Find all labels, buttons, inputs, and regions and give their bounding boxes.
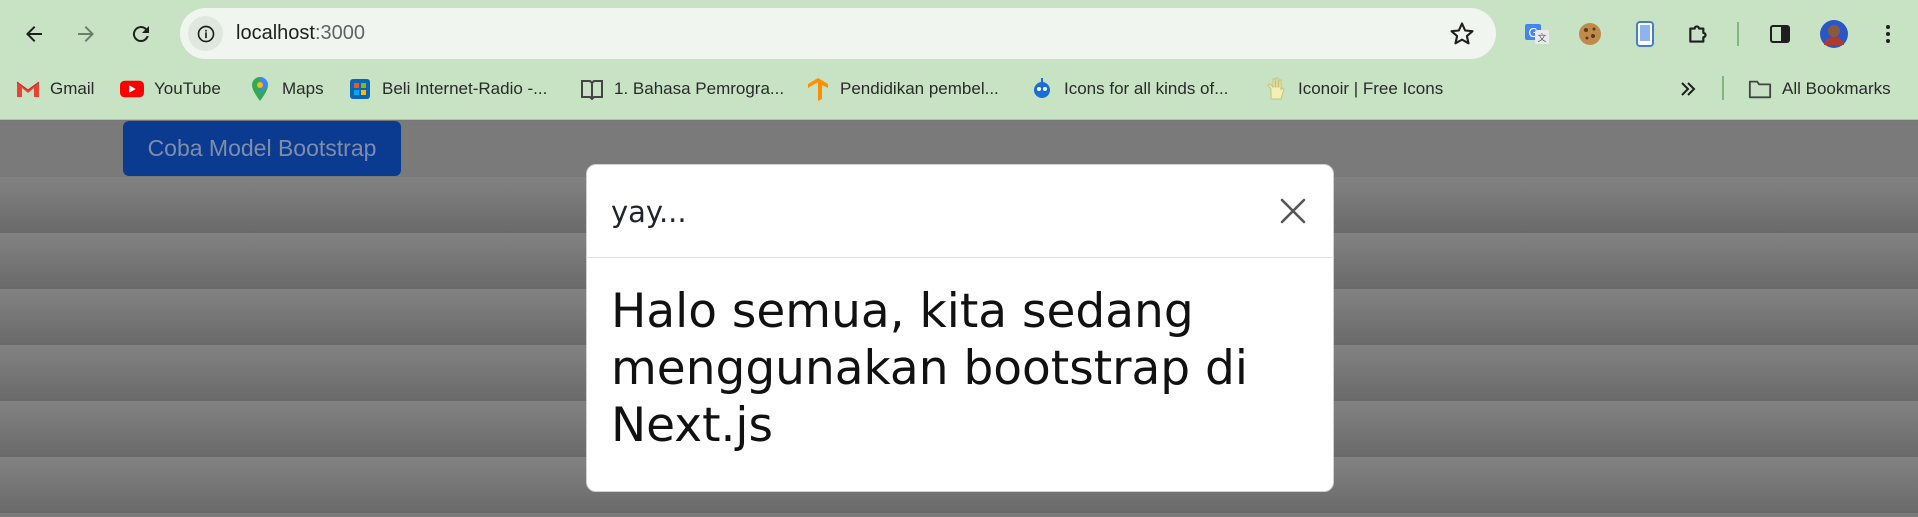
book-icon — [580, 77, 604, 101]
modal-close-button[interactable] — [1275, 193, 1311, 229]
bookmark-youtube[interactable]: YouTube — [120, 74, 221, 104]
svg-text:文: 文 — [1537, 32, 1546, 44]
side-panel-icon — [1770, 25, 1790, 43]
bookmark-gmail[interactable]: Gmail — [16, 74, 94, 104]
bookmarks-bar: Gmail YouTube Maps Beli Internet-Radio -… — [0, 74, 1918, 104]
tensorflow-icon — [806, 77, 830, 101]
menu-button[interactable] — [1868, 14, 1908, 54]
reload-icon — [132, 26, 149, 43]
cookie-extension[interactable] — [1570, 14, 1610, 54]
bookmark-maps[interactable]: Maps — [248, 74, 324, 104]
phone-icon — [1636, 21, 1654, 47]
url-port: :3000 — [314, 22, 365, 44]
bookmark-label: Gmail — [50, 79, 95, 98]
translate-icon: G文 — [1525, 24, 1549, 44]
forward-arrow-icon — [78, 26, 94, 42]
bookmarks-divider — [1722, 76, 1724, 100]
back-arrow-icon — [26, 26, 42, 42]
bookmark-label: Maps — [282, 79, 324, 98]
more-bookmarks-button[interactable] — [1676, 74, 1710, 104]
profile-avatar-button[interactable] — [1814, 14, 1854, 54]
google-translate-extension[interactable]: G文 — [1517, 14, 1557, 54]
bookmark-radio-store[interactable]: Beli Internet-Radio -... — [348, 74, 547, 104]
open-modal-button: Coba Model Bootstrap — [123, 121, 401, 176]
forward-button[interactable] — [66, 14, 106, 54]
mobile-view-extension[interactable] — [1625, 14, 1665, 54]
bookmark-label: Iconoir | Free Icons — [1298, 79, 1444, 98]
maps-icon — [248, 77, 272, 101]
modal-header: yay... — [587, 165, 1333, 258]
modal-title: yay... — [611, 195, 687, 229]
bookmark-pendidikan[interactable]: Pendidikan pembel... — [806, 74, 999, 104]
address-bar[interactable]: localhost:3000 — [180, 8, 1496, 59]
more-vert-icon — [1886, 25, 1890, 43]
close-icon — [1280, 198, 1306, 224]
puzzle-icon — [1689, 25, 1707, 43]
reload-button[interactable] — [121, 14, 161, 54]
url-host: localhost — [236, 22, 315, 44]
bookmark-label: YouTube — [154, 79, 221, 98]
gmail-icon — [16, 77, 40, 101]
browser-chrome: localhost:3000 G文 Gmail YouTube Maps Bel… — [0, 0, 1918, 120]
bookmark-icons-site[interactable]: Icons for all kinds of... — [1030, 74, 1228, 104]
bookmark-label: Beli Internet-Radio -... — [382, 79, 548, 98]
icons-site-icon — [1030, 77, 1054, 101]
extensions-button[interactable] — [1679, 14, 1719, 54]
bookmark-label: Icons for all kinds of... — [1064, 79, 1229, 98]
bookmark-iconoir[interactable]: Iconoir | Free Icons — [1264, 74, 1443, 104]
url-text: localhost:3000 — [236, 22, 365, 45]
bookmark-label: Pendidikan pembel... — [840, 79, 999, 98]
avatar-icon — [1820, 20, 1848, 48]
iconoir-icon — [1264, 77, 1288, 101]
toolbar-divider — [1737, 22, 1739, 46]
youtube-icon — [120, 77, 144, 101]
modal-body-text: Halo semua, kita sedang menggunakan boot… — [611, 284, 1248, 453]
radio-store-icon — [348, 77, 372, 101]
bookmark-star-icon[interactable] — [1448, 20, 1476, 48]
back-button[interactable] — [14, 14, 54, 54]
site-info-button[interactable] — [188, 16, 223, 51]
cookie-icon — [1579, 23, 1601, 45]
side-panel-button[interactable] — [1760, 14, 1800, 54]
all-bookmarks-button[interactable]: All Bookmarks — [1748, 74, 1891, 104]
modal-dialog: yay... Halo semua, kita sedang menggunak… — [586, 164, 1334, 492]
double-chevron-right-icon — [1676, 77, 1700, 101]
bookmark-bahasa-pemrograman[interactable]: 1. Bahasa Pemrogra... — [580, 74, 784, 104]
info-icon — [197, 25, 214, 42]
all-bookmarks-label: All Bookmarks — [1782, 79, 1891, 98]
folder-icon — [1748, 77, 1772, 101]
bookmark-label: 1. Bahasa Pemrogra... — [614, 79, 785, 98]
